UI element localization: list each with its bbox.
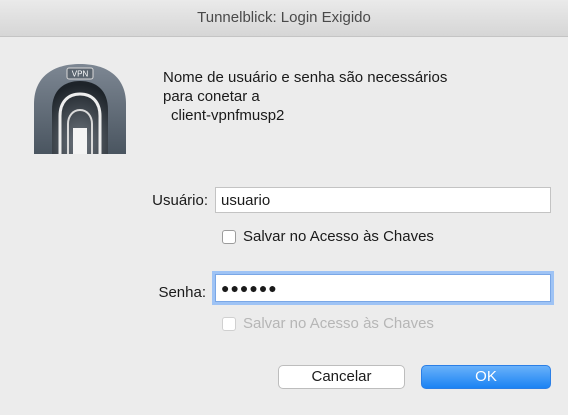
save-username-label: Salvar no Acesso às Chaves: [243, 228, 434, 245]
username-label: Usuário:: [152, 192, 208, 209]
cancel-button[interactable]: Cancelar: [278, 365, 405, 389]
save-password-checkbox: Salvar no Acesso às Chaves: [222, 315, 434, 332]
save-username-checkbox-box[interactable]: [222, 229, 236, 244]
login-dialog: Tunnelblick: Login Exigido VPN Nome de u…: [0, 0, 568, 415]
connection-name: client-vpnfmusp2: [171, 107, 285, 124]
prompt-line-2: para conetar a: [163, 88, 260, 105]
tunnelblick-vpn-icon: VPN: [34, 64, 126, 154]
window-title: Tunnelblick: Login Exigido: [0, 0, 568, 37]
username-field[interactable]: [215, 187, 551, 213]
save-username-checkbox[interactable]: Salvar no Acesso às Chaves: [222, 228, 434, 245]
prompt-message: Nome de usuário e senha são necessários …: [163, 68, 447, 125]
save-password-checkbox-box: [222, 316, 236, 331]
prompt-line-1: Nome de usuário e senha são necessários: [163, 69, 448, 86]
password-label: Senha:: [158, 284, 206, 301]
save-password-label: Salvar no Acesso às Chaves: [243, 315, 434, 332]
ok-button[interactable]: OK: [421, 365, 551, 389]
vpn-badge-text: VPN: [72, 70, 89, 79]
password-field[interactable]: [215, 274, 551, 302]
